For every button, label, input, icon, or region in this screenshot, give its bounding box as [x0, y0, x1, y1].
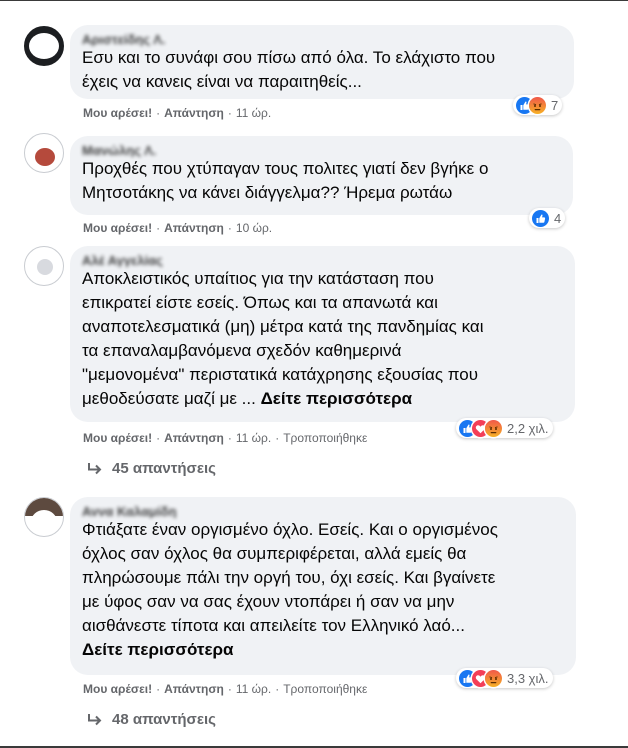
comment-actions: Μου αρέσει! · Απάντηση · 11 ώρ. [83, 106, 272, 120]
comment-actions: Μου αρέσει! · Απάντηση · 10 ώρ. [83, 221, 273, 235]
comment-author[interactable]: Αννα Καλαμίδη [82, 505, 564, 518]
timestamp[interactable]: 11 ώρ. [236, 682, 271, 696]
comment-text: Εσυ και το συνάφι σου πίσω από όλα. Το ε… [82, 48, 496, 91]
reaction-count: 2,2 χιλ. [507, 420, 549, 436]
reaction-count: 7 [551, 97, 559, 113]
see-more-link[interactable]: Δείτε περισσότερα [82, 638, 564, 662]
like-link[interactable]: Μου αρέσει! [83, 221, 152, 235]
timestamp[interactable]: 11 ώρ. [236, 106, 271, 120]
reply-link[interactable]: Απάντηση [164, 106, 224, 120]
reaction-summary[interactable]: 2,2 χιλ. [456, 418, 553, 438]
reaction-summary[interactable]: 3,3 χιλ. [456, 668, 553, 688]
comment-bubble: Αννα Καλαμίδη Φτιάξατε έναν οργισμένο όχ… [70, 497, 576, 675]
angry-face-icon [485, 669, 502, 687]
thumbs-up-icon [532, 209, 549, 227]
edited-label[interactable]: Τροποποιήθηκε [283, 682, 367, 696]
timestamp[interactable]: 10 ώρ. [236, 221, 272, 235]
view-replies-button[interactable]: 48 απαντήσεις [86, 711, 216, 728]
comment-text: Φτιάξατε έναν οργισμένο όχλο. Εσείς. Και… [82, 518, 564, 662]
comment-text: Αποκλειστικός υπαίτιος για την κατάσταση… [82, 269, 484, 408]
commenter-avatar[interactable] [24, 26, 64, 66]
reply-link[interactable]: Απάντηση [164, 431, 224, 445]
like-link[interactable]: Μου αρέσει! [83, 431, 152, 445]
edited-label[interactable]: Τροποποιήθηκε [283, 431, 367, 445]
comment-bubble: Μανώλης Λ. Προχθές που χτύπαγαν τους πολ… [70, 136, 573, 215]
comment-actions: Μου αρέσει! · Απάντηση · 11 ώρ. · Τροποποιήθηκ… [83, 431, 368, 445]
comment-text: Προχθές που χτύπαγαν τους πολιτες γιατί … [82, 159, 489, 202]
reaction-summary[interactable]: 7 [513, 95, 563, 115]
comment-bubble: Αριστείδης Λ. Εσυ και το συνάφι σου πίσω… [70, 25, 574, 99]
reaction-summary[interactable]: 4 [529, 208, 566, 228]
reply-link[interactable]: Απάντηση [164, 682, 224, 696]
top-border [0, 0, 628, 1]
like-link[interactable]: Μου αρέσει! [83, 106, 152, 120]
angry-face-icon [485, 419, 502, 437]
view-replies-button[interactable]: 45 απαντήσεις [86, 460, 216, 477]
comment-author[interactable]: Αλέ Αγγελίας [82, 254, 563, 267]
comment-author[interactable]: Μανώλης Λ. [82, 144, 561, 157]
reply-arrow-icon [88, 462, 102, 474]
angry-face-icon [529, 96, 546, 114]
reaction-count: 3,3 χιλ. [507, 670, 549, 686]
timestamp[interactable]: 11 ώρ. [236, 431, 271, 445]
see-more-link[interactable]: Δείτε περισσότερα [261, 389, 413, 408]
reply-link[interactable]: Απάντηση [164, 221, 224, 235]
commenter-avatar[interactable] [24, 133, 64, 173]
comment-bubble: Αλέ Αγγελίας Αποκλειστικός υπαίτιος για … [70, 246, 575, 422]
comment-actions: Μου αρέσει! · Απάντηση · 11 ώρ. · Τροποποιήθηκ… [83, 682, 368, 696]
comment-author[interactable]: Αριστείδης Λ. [82, 33, 562, 46]
reaction-count: 4 [554, 210, 562, 226]
reply-arrow-icon [88, 713, 102, 725]
commenter-avatar[interactable] [24, 497, 64, 537]
commenter-avatar[interactable] [24, 246, 64, 286]
like-link[interactable]: Μου αρέσει! [83, 682, 152, 696]
